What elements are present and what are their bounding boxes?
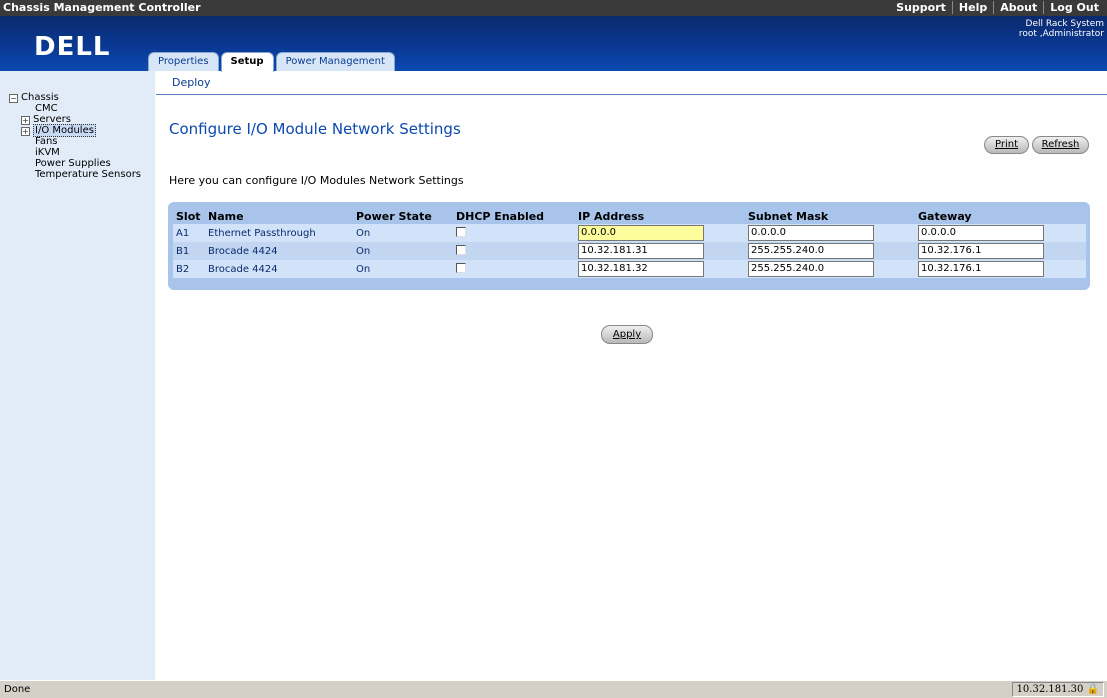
about-link[interactable]: About (993, 1, 1043, 14)
mask-cell: 255.255.240.0 (745, 260, 915, 278)
dhcp-checkbox[interactable] (456, 244, 466, 255)
main-content: Configure I/O Module Network Settings Pr… (156, 96, 1107, 680)
power-state-cell: On (353, 224, 453, 242)
system-name: Dell Rack System (1025, 19, 1104, 29)
col-slot: Slot (176, 209, 201, 223)
print-button[interactable]: Print (984, 136, 1029, 154)
table-row: B2 Brocade 4424 On 10.32.181.32 255.255.… (173, 260, 1086, 278)
tab-setup[interactable]: Setup (220, 52, 274, 72)
page-description: Here you can configure I/O Modules Netwo… (169, 174, 464, 187)
power-state-cell: On (353, 242, 453, 260)
tree-item-temperature-sensors[interactable]: Temperature Sensors (9, 169, 141, 180)
expand-icon[interactable]: + (21, 127, 30, 136)
system-info: Dell Rack System root ,Administrator (1019, 19, 1104, 39)
name-cell: Brocade 4424 (205, 260, 353, 278)
slot-cell: B1 (173, 242, 205, 260)
status-ip: 10.32.181.30 🔒 (1011, 682, 1104, 697)
support-link[interactable]: Support (890, 1, 952, 14)
app-title: Chassis Management Controller (3, 1, 201, 14)
subnet-mask-input[interactable]: 255.255.240.0 (748, 243, 874, 259)
mask-cell: 255.255.240.0 (745, 242, 915, 260)
col-subnet-mask: Subnet Mask (748, 209, 829, 223)
gateway-input[interactable]: 10.32.176.1 (918, 243, 1044, 259)
page-title: Configure I/O Module Network Settings (169, 120, 461, 138)
help-link[interactable]: Help (951, 1, 993, 14)
status-text: Done (4, 684, 31, 695)
tree-item-chassis[interactable]: − Chassis (9, 92, 141, 103)
slot-cell: A1 (173, 224, 205, 242)
name-cell: Brocade 4424 (205, 242, 353, 260)
tree-item-ikvm[interactable]: iKVM (9, 147, 141, 158)
gateway-cell: 10.32.176.1 (915, 242, 1086, 260)
name-cell: Ethernet Passthrough (205, 224, 353, 242)
dhcp-checkbox[interactable] (456, 262, 466, 273)
refresh-button[interactable]: Refresh (1032, 136, 1089, 154)
top-bar: Chassis Management Controller Support He… (0, 0, 1107, 16)
dhcp-cell (453, 260, 575, 278)
gateway-cell: 0.0.0.0 (915, 224, 1086, 242)
logout-link[interactable]: Log Out (1043, 1, 1105, 14)
chassis-tree: − Chassis CMC + Servers + I/O Modules Fans … (9, 87, 141, 180)
dhcp-checkbox[interactable] (456, 226, 466, 237)
tab-bar: Properties Setup Power Management (148, 52, 397, 72)
ip-cell: 10.32.181.31 (575, 242, 745, 260)
ip-address-input[interactable]: 0.0.0.0 (578, 225, 704, 241)
expand-icon[interactable]: + (21, 116, 30, 125)
table-row: B1 Brocade 4424 On 10.32.181.31 255.255.… (173, 242, 1086, 260)
tree-item-cmc[interactable]: CMC (9, 103, 141, 114)
subnet-mask-input[interactable]: 255.255.240.0 (748, 261, 874, 277)
gateway-input[interactable]: 0.0.0.0 (918, 225, 1044, 241)
col-ip-address: IP Address (578, 209, 645, 223)
dhcp-cell (453, 224, 575, 242)
io-module-table: Slot Name Power State DHCP Enabled IP Ad… (173, 208, 1086, 278)
power-state-cell: On (353, 260, 453, 278)
deploy-link[interactable]: Deploy (172, 76, 211, 89)
top-links: Support Help About Log Out (890, 1, 1105, 14)
tree-item-power-supplies[interactable]: Power Supplies (9, 158, 141, 169)
ip-address-input[interactable]: 10.32.181.31 (578, 243, 704, 259)
tree-item-fans[interactable]: Fans (9, 136, 141, 147)
subnet-mask-input[interactable]: 0.0.0.0 (748, 225, 874, 241)
slot-cell: B2 (173, 260, 205, 278)
sub-nav: Deploy (156, 71, 1107, 95)
tree-item-io-modules[interactable]: + I/O Modules (9, 124, 141, 137)
status-bar: Done 10.32.181.30 🔒 (0, 680, 1107, 698)
lock-icon: 🔒 (1086, 684, 1099, 695)
col-gateway: Gateway (918, 209, 972, 223)
gateway-input[interactable]: 10.32.176.1 (918, 261, 1044, 277)
col-name: Name (208, 209, 244, 223)
dhcp-cell (453, 242, 575, 260)
gateway-cell: 10.32.176.1 (915, 260, 1086, 278)
col-dhcp-enabled: DHCP Enabled (456, 209, 545, 223)
current-user: root ,Administrator (1018, 29, 1104, 39)
col-power-state: Power State (356, 209, 432, 223)
collapse-icon[interactable]: − (9, 94, 18, 103)
apply-button[interactable]: Apply (601, 325, 653, 344)
table-row: A1 Ethernet Passthrough On 0.0.0.0 0.0.0… (173, 224, 1086, 242)
io-module-table-panel: Slot Name Power State DHCP Enabled IP Ad… (168, 202, 1090, 290)
tab-properties[interactable]: Properties (148, 52, 219, 71)
ip-cell: 0.0.0.0 (575, 224, 745, 242)
ip-cell: 10.32.181.32 (575, 260, 745, 278)
ip-address-input[interactable]: 10.32.181.32 (578, 261, 704, 277)
mask-cell: 0.0.0.0 (745, 224, 915, 242)
tab-power-management[interactable]: Power Management (275, 52, 395, 71)
left-nav: − Chassis CMC + Servers + I/O Modules Fans … (0, 71, 155, 680)
dell-logo: DELL (34, 32, 111, 62)
